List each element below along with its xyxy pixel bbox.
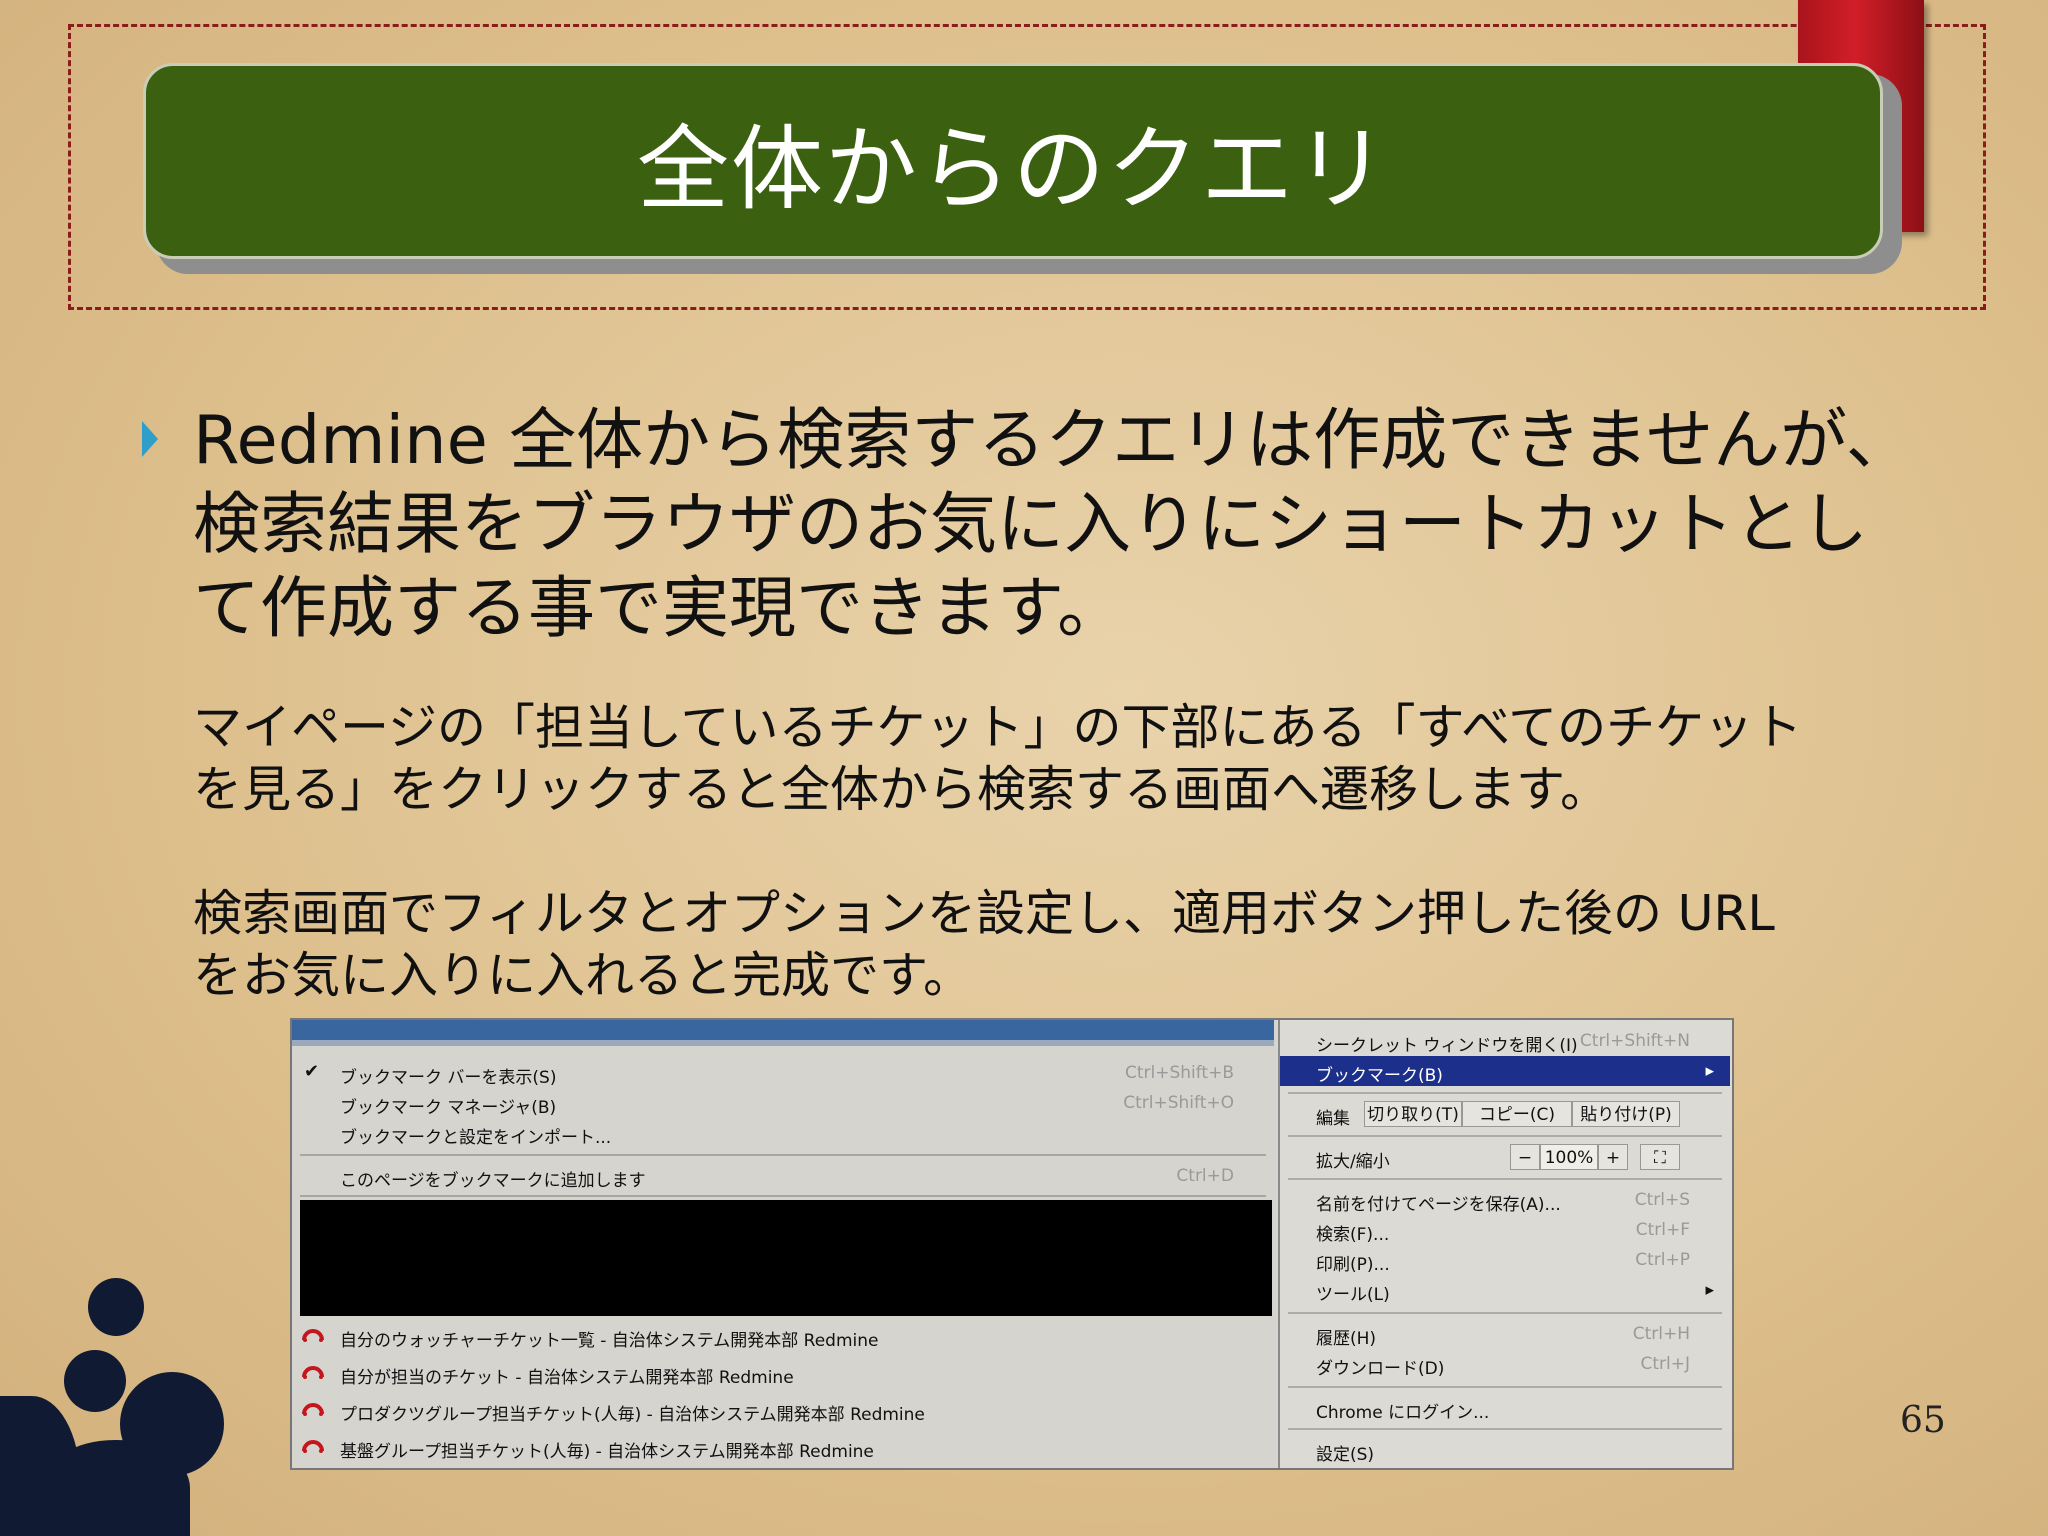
menu-item-label: ブックマーク バーを表示(S) xyxy=(340,1068,557,1088)
menu-item-shortcut: Ctrl+H xyxy=(1632,1324,1690,1344)
add-bookmark-item[interactable]: このページをブックマークに追加します Ctrl+D xyxy=(292,1161,1274,1191)
save-page-item[interactable]: 名前を付けてページを保存(A)... Ctrl+S xyxy=(1280,1185,1730,1215)
import-bookmarks-item[interactable]: ブックマークと設定をインポート... xyxy=(292,1118,1274,1148)
window-titlebar xyxy=(292,1020,1274,1040)
menu-item-label: 印刷(P)... xyxy=(1316,1255,1390,1275)
edit-row: 編集 切り取り(T) コピー(C) 貼り付け(P) xyxy=(1280,1099,1730,1129)
menu-separator xyxy=(300,1195,1266,1197)
bookmarks-menu-item[interactable]: ブックマーク(B) ▸ xyxy=(1280,1056,1730,1086)
redmine-icon xyxy=(302,1403,324,1416)
bookmark-item[interactable]: プロダクツグループ担当チケット(人毎) - 自治体システム開発本部 Redmin… xyxy=(292,1394,1274,1428)
menu-item-label: 検索(F)... xyxy=(1316,1225,1390,1245)
bookmark-item[interactable]: 自分が担当のチケット - 自治体システム開発本部 Redmine xyxy=(292,1357,1274,1391)
menu-item-label: Chrome にログイン... xyxy=(1316,1403,1490,1423)
page-number: 65 xyxy=(1900,1400,1946,1441)
paragraph-2: 検索画面でフィルタとオプションを設定し、適用ボタン押した後の URL をお気に入… xyxy=(193,885,1775,1004)
edit-label: 編集 xyxy=(1316,1109,1350,1129)
chevron-right-icon: ▸ xyxy=(1705,1061,1714,1081)
zoom-in-button[interactable]: + xyxy=(1598,1144,1628,1170)
menu-item-label: 名前を付けてページを保存(A)... xyxy=(1316,1195,1561,1215)
menu-item-label: このページをブックマークに追加します xyxy=(340,1171,646,1191)
toolbar-strip xyxy=(292,1040,1274,1046)
menu-item-label: ブックマークと設定をインポート... xyxy=(340,1128,612,1148)
menu-item-label: シークレット ウィンドウを開く(I) xyxy=(1316,1036,1578,1056)
menu-item-label: 履歴(H) xyxy=(1316,1329,1377,1349)
menu-separator xyxy=(300,1154,1266,1156)
title-box: 全体からのクエリ xyxy=(143,63,1883,259)
zoom-out-button[interactable]: − xyxy=(1510,1144,1540,1170)
menu-separator xyxy=(1288,1312,1722,1314)
history-item[interactable]: 履歴(H) Ctrl+H xyxy=(1280,1319,1730,1349)
copy-button[interactable]: コピー(C) xyxy=(1462,1101,1572,1127)
zoom-row: 拡大/縮小 − 100% + ⛶ xyxy=(1280,1142,1730,1172)
zoom-label: 拡大/縮小 xyxy=(1316,1152,1390,1172)
tools-item[interactable]: ツール(L) ▸ xyxy=(1280,1275,1730,1305)
redacted-area xyxy=(300,1200,1272,1316)
bookmark-submenu: ✔ ブックマーク バーを表示(S) Ctrl+Shift+B ブックマーク マネ… xyxy=(292,1020,1276,1468)
ink-blob-decoration xyxy=(88,1278,144,1336)
browser-menu-screenshot: ✔ ブックマーク バーを表示(S) Ctrl+Shift+B ブックマーク マネ… xyxy=(290,1018,1734,1470)
ink-blob-decoration xyxy=(40,1440,190,1536)
menu-item-label: ダウンロード(D) xyxy=(1316,1359,1445,1379)
redmine-icon xyxy=(302,1440,324,1453)
menu-separator xyxy=(1288,1386,1722,1388)
menu-item-label: ブックマーク マネージャ(B) xyxy=(340,1098,557,1118)
menu-item-label: ツール(L) xyxy=(1316,1285,1390,1305)
menu-separator xyxy=(1288,1428,1722,1430)
fullscreen-icon[interactable]: ⛶ xyxy=(1640,1144,1680,1170)
chrome-signin-item[interactable]: Chrome にログイン... xyxy=(1280,1393,1730,1423)
bookmark-label: 基盤グループ担当チケット(人毎) - 自治体システム開発本部 Redmine xyxy=(340,1442,874,1462)
bookmark-label: プロダクツグループ担当チケット(人毎) - 自治体システム開発本部 Redmin… xyxy=(340,1405,925,1425)
redmine-icon xyxy=(302,1366,324,1379)
menu-item-shortcut: Ctrl+S xyxy=(1634,1190,1690,1210)
menu-item-shortcut: Ctrl+Shift+O xyxy=(1123,1093,1234,1113)
bookmark-item[interactable]: 基盤グループ担当チケット(人毎) - 自治体システム開発本部 Redmine xyxy=(292,1431,1274,1465)
menu-item-shortcut: Ctrl+Shift+N xyxy=(1579,1031,1690,1051)
menu-separator xyxy=(1288,1135,1722,1137)
menu-item-shortcut: Ctrl+Shift+B xyxy=(1124,1063,1234,1083)
settings-item[interactable]: 設定(S) xyxy=(1280,1435,1730,1465)
paragraph-1: マイページの「担当しているチケット」の下部にある「すべてのチケット を見る」をク… xyxy=(193,699,1803,818)
bullet-icon xyxy=(142,421,158,457)
paste-button[interactable]: 貼り付け(P) xyxy=(1572,1101,1680,1127)
find-item[interactable]: 検索(F)... Ctrl+F xyxy=(1280,1215,1730,1245)
menu-item-shortcut: Ctrl+F xyxy=(1635,1220,1690,1240)
menu-item-shortcut: Ctrl+D xyxy=(1176,1166,1234,1186)
zoom-level: 100% xyxy=(1540,1144,1598,1170)
slide-title: 全体からのクエリ xyxy=(636,115,1389,223)
bookmark-label: 自分のウォッチャーチケット一覧 - 自治体システム開発本部 Redmine xyxy=(340,1331,879,1351)
check-icon: ✔ xyxy=(304,1061,320,1082)
bookmark-item[interactable]: 自分のウォッチャーチケット一覧 - 自治体システム開発本部 Redmine xyxy=(292,1320,1274,1354)
menu-separator xyxy=(1288,1178,1722,1180)
show-bookmark-bar-item[interactable]: ✔ ブックマーク バーを表示(S) Ctrl+Shift+B xyxy=(292,1058,1274,1088)
cut-button[interactable]: 切り取り(T) xyxy=(1364,1101,1462,1127)
redmine-icon xyxy=(302,1329,324,1342)
chevron-right-icon: ▸ xyxy=(1705,1280,1714,1300)
menu-item-shortcut: Ctrl+P xyxy=(1635,1250,1690,1270)
ink-blob-decoration xyxy=(64,1350,126,1412)
bookmark-manager-item[interactable]: ブックマーク マネージャ(B) Ctrl+Shift+O xyxy=(292,1088,1274,1118)
downloads-item[interactable]: ダウンロード(D) Ctrl+J xyxy=(1280,1349,1730,1379)
bookmark-label: 自分が担当のチケット - 自治体システム開発本部 Redmine xyxy=(340,1368,794,1388)
menu-item-label: 設定(S) xyxy=(1316,1445,1375,1465)
menu-separator xyxy=(1288,1092,1722,1094)
menu-item-shortcut: Ctrl+J xyxy=(1640,1354,1690,1374)
chrome-main-menu: シークレット ウィンドウを開く(I) Ctrl+Shift+N ブックマーク(B… xyxy=(1278,1020,1732,1468)
print-item[interactable]: 印刷(P)... Ctrl+P xyxy=(1280,1245,1730,1275)
menu-item-label: ブックマーク(B) xyxy=(1316,1066,1443,1086)
bullet-text: Redmine 全体から検索するクエリは作成できませんが、検索結果をブラウザのお… xyxy=(193,401,1913,647)
incognito-window-item[interactable]: シークレット ウィンドウを開く(I) Ctrl+Shift+N xyxy=(1280,1026,1730,1056)
